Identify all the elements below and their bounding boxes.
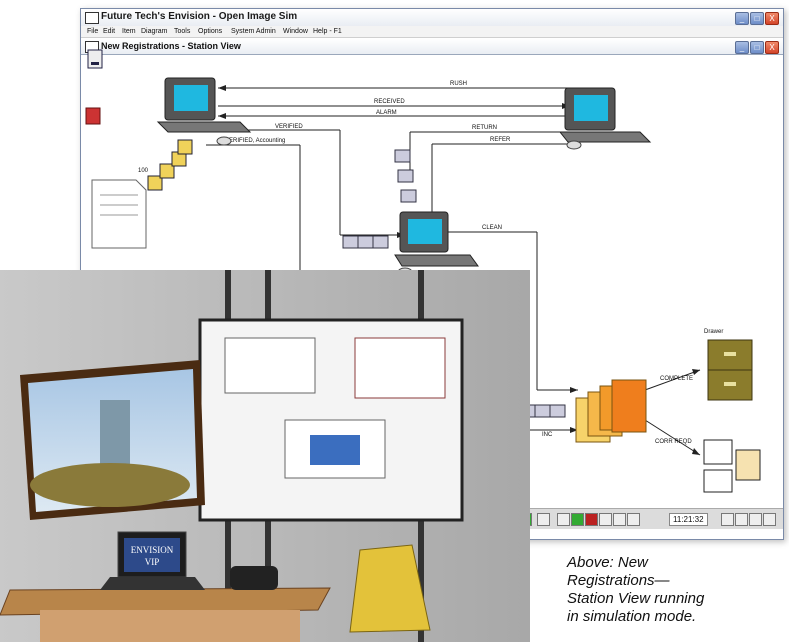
- flow-label-corr-reqd: CORR REQD: [655, 439, 692, 445]
- mail-stack-icon[interactable]: [342, 235, 389, 249]
- flow-label-alarm: ALARM: [376, 110, 397, 116]
- workstation-icon[interactable]: [394, 211, 479, 277]
- office-illustration: ENVISION VIP: [0, 270, 530, 642]
- flow-label-received: RECEIVED: [374, 99, 405, 105]
- flow-label-complete: COMPLETE: [660, 376, 693, 382]
- flow-label-inc: INC: [542, 432, 553, 438]
- correction-documents-icon[interactable]: [703, 439, 761, 493]
- file-cabinet-icon[interactable]: [707, 339, 753, 401]
- workstation-icon[interactable]: [558, 87, 652, 150]
- small-document-icon[interactable]: [87, 49, 103, 69]
- flow-label-100: 100: [138, 168, 149, 174]
- flow-label-refer: REFER: [490, 137, 511, 143]
- flow-label-return: RETURN: [472, 125, 497, 131]
- queue-stack-icon[interactable]: [147, 139, 193, 191]
- flow-label-rush: RUSH: [450, 81, 467, 87]
- flow-label-verified: VERIFIED: [275, 124, 303, 130]
- flow-label-verified-accounting: VERIFIED, Accounting: [225, 138, 285, 144]
- flow-label-clean: CLEAN: [482, 225, 502, 231]
- cabinet-label: Drawer: [704, 329, 723, 335]
- caption: Above: New Registrations— Station View r…: [567, 554, 782, 626]
- folder-stack-icon[interactable]: [575, 379, 647, 443]
- mail-stack-icon[interactable]: [394, 149, 417, 203]
- caption-line: in simulation mode.: [567, 608, 697, 625]
- caption-line: Above: New: [567, 554, 648, 571]
- caption-line: Registrations—: [567, 572, 670, 589]
- caption-line: Station View running: [567, 590, 705, 607]
- laptop-screen-text-2: VIP: [145, 557, 160, 567]
- laptop-screen-text: ENVISION: [131, 545, 174, 555]
- mailbox-icon[interactable]: [85, 107, 101, 125]
- document-icon: [91, 179, 147, 249]
